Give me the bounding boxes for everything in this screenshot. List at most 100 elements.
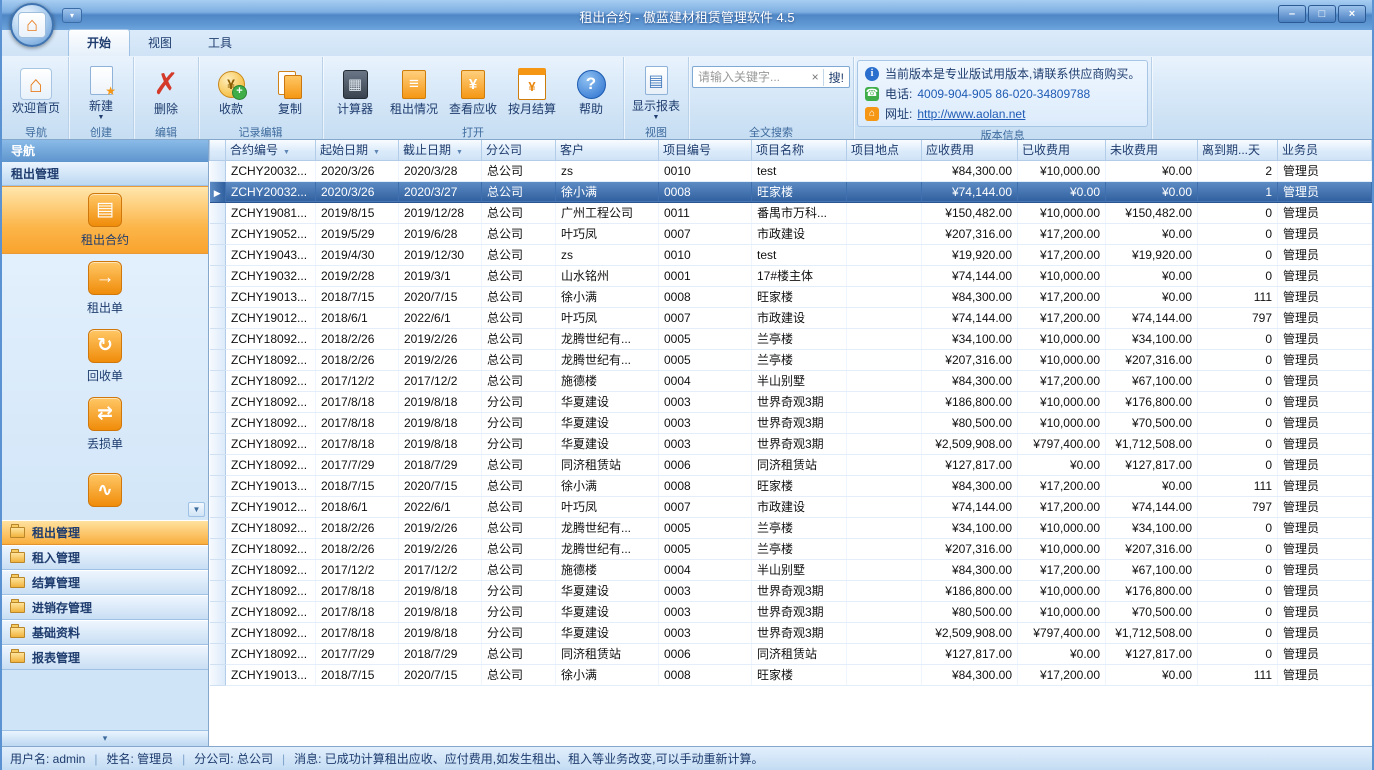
- view-receivable-button[interactable]: 查看应收: [444, 65, 502, 117]
- sidebar-group-button[interactable]: 结算管理: [2, 570, 208, 595]
- table-cell[interactable]: 世界奇观3期: [752, 580, 847, 601]
- table-cell[interactable]: 111: [1198, 475, 1278, 496]
- table-cell[interactable]: 2019/2/26: [399, 349, 482, 370]
- table-cell[interactable]: ¥84,300.00: [922, 559, 1018, 580]
- sidebar-group-button[interactable]: 租出管理: [2, 520, 208, 545]
- table-cell[interactable]: 叶巧凤: [556, 496, 659, 517]
- table-cell[interactable]: 2017/12/2: [399, 370, 482, 391]
- table-cell[interactable]: ¥34,100.00: [1106, 328, 1198, 349]
- table-cell[interactable]: 半山别墅: [752, 559, 847, 580]
- table-cell[interactable]: 管理员: [1278, 370, 1372, 391]
- table-cell[interactable]: 0003: [659, 580, 752, 601]
- table-cell[interactable]: ¥34,100.00: [1106, 517, 1198, 538]
- table-cell[interactable]: 2018/6/1: [316, 307, 399, 328]
- table-row[interactable]: ZCHY18092...2017/12/22017/12/2总公司施德楼0004…: [210, 370, 1372, 391]
- monthly-settlement-button[interactable]: 按月结算: [503, 65, 561, 117]
- table-cell[interactable]: ¥10,000.00: [1018, 349, 1106, 370]
- table-cell[interactable]: ¥74,144.00: [922, 307, 1018, 328]
- table-cell[interactable]: 0005: [659, 517, 752, 538]
- row-selector[interactable]: [210, 202, 226, 223]
- table-cell[interactable]: ¥17,200.00: [1018, 370, 1106, 391]
- sidebar-section-header[interactable]: 租出管理: [2, 162, 208, 186]
- table-cell[interactable]: ¥10,000.00: [1018, 265, 1106, 286]
- table-cell[interactable]: ZCHY18092...: [226, 349, 316, 370]
- table-cell[interactable]: 总公司: [482, 349, 556, 370]
- table-cell[interactable]: ¥10,000.00: [1018, 538, 1106, 559]
- table-row[interactable]: ZCHY19013...2018/7/152020/7/15总公司徐小满0008…: [210, 664, 1372, 685]
- table-cell[interactable]: ¥186,800.00: [922, 391, 1018, 412]
- table-cell[interactable]: 徐小满: [556, 286, 659, 307]
- table-cell[interactable]: 管理员: [1278, 244, 1372, 265]
- table-cell[interactable]: 2019/8/18: [399, 622, 482, 643]
- table-cell[interactable]: 2018/7/29: [399, 643, 482, 664]
- tab-tools[interactable]: 工具: [190, 30, 250, 56]
- table-cell[interactable]: ¥127,817.00: [1106, 643, 1198, 664]
- table-row[interactable]: ZCHY19013...2018/7/152020/7/15总公司徐小满0008…: [210, 475, 1372, 496]
- table-cell[interactable]: [847, 349, 922, 370]
- table-cell[interactable]: ¥84,300.00: [922, 370, 1018, 391]
- table-cell[interactable]: 111: [1198, 664, 1278, 685]
- row-selector[interactable]: [210, 370, 226, 391]
- table-cell[interactable]: 龙腾世纪有...: [556, 517, 659, 538]
- table-cell[interactable]: ¥74,144.00: [922, 265, 1018, 286]
- column-header[interactable]: 已收费用: [1018, 140, 1106, 160]
- table-cell[interactable]: 总公司: [482, 475, 556, 496]
- table-cell[interactable]: 华夏建设: [556, 580, 659, 601]
- table-cell[interactable]: 叶巧凤: [556, 223, 659, 244]
- table-cell[interactable]: 旺家楼: [752, 181, 847, 202]
- table-row[interactable]: ZCHY19032...2019/2/282019/3/1总公司山水铭州0001…: [210, 265, 1372, 286]
- filter-arrow-icon[interactable]: [373, 149, 380, 156]
- table-cell[interactable]: 总公司: [482, 223, 556, 244]
- table-cell[interactable]: 0001: [659, 265, 752, 286]
- table-cell[interactable]: 2019/2/28: [316, 265, 399, 286]
- table-cell[interactable]: 旺家楼: [752, 664, 847, 685]
- table-cell[interactable]: 17#楼主体: [752, 265, 847, 286]
- table-cell[interactable]: 分公司: [482, 580, 556, 601]
- table-cell[interactable]: ¥84,300.00: [922, 475, 1018, 496]
- table-row[interactable]: ZCHY18092...2017/8/182019/8/18分公司华夏建设000…: [210, 412, 1372, 433]
- table-cell[interactable]: 总公司: [482, 160, 556, 181]
- table-cell[interactable]: [847, 391, 922, 412]
- table-cell[interactable]: ¥207,316.00: [1106, 349, 1198, 370]
- table-cell[interactable]: 2019/2/26: [399, 538, 482, 559]
- app-menu-button[interactable]: ⌂: [10, 3, 54, 47]
- table-cell[interactable]: 0011: [659, 202, 752, 223]
- table-cell[interactable]: 2018/7/15: [316, 664, 399, 685]
- table-cell[interactable]: 分公司: [482, 433, 556, 454]
- table-cell[interactable]: 2019/8/18: [399, 433, 482, 454]
- table-cell[interactable]: [847, 202, 922, 223]
- table-cell[interactable]: ZCHY18092...: [226, 622, 316, 643]
- filter-arrow-icon[interactable]: [283, 149, 290, 156]
- table-cell[interactable]: 管理员: [1278, 349, 1372, 370]
- table-cell[interactable]: ¥0.00: [1106, 475, 1198, 496]
- table-cell[interactable]: 0: [1198, 643, 1278, 664]
- table-cell[interactable]: ¥176,800.00: [1106, 580, 1198, 601]
- table-cell[interactable]: test: [752, 160, 847, 181]
- table-cell[interactable]: 华夏建设: [556, 391, 659, 412]
- table-cell[interactable]: 华夏建设: [556, 412, 659, 433]
- table-row[interactable]: ZCHY18092...2017/8/182019/8/18分公司华夏建设000…: [210, 433, 1372, 454]
- table-cell[interactable]: ¥10,000.00: [1018, 580, 1106, 601]
- new-button[interactable]: 新建 ▼: [72, 62, 130, 121]
- row-selector[interactable]: [210, 475, 226, 496]
- table-cell[interactable]: 管理员: [1278, 622, 1372, 643]
- table-cell[interactable]: 徐小满: [556, 475, 659, 496]
- table-cell[interactable]: 0: [1198, 370, 1278, 391]
- table-cell[interactable]: 2018/2/26: [316, 538, 399, 559]
- table-cell[interactable]: ¥10,000.00: [1018, 202, 1106, 223]
- table-cell[interactable]: ¥10,000.00: [1018, 160, 1106, 181]
- table-cell[interactable]: 旺家楼: [752, 286, 847, 307]
- table-cell[interactable]: 0008: [659, 664, 752, 685]
- table-cell[interactable]: 2017/12/2: [399, 559, 482, 580]
- table-row[interactable]: ZCHY20032...2020/3/262020/3/27总公司徐小满0008…: [210, 181, 1372, 202]
- column-header[interactable]: 项目地点: [847, 140, 922, 160]
- table-cell[interactable]: 同济租赁站: [556, 454, 659, 475]
- table-cell[interactable]: ¥17,200.00: [1018, 307, 1106, 328]
- table-cell[interactable]: ¥0.00: [1106, 265, 1198, 286]
- table-cell[interactable]: 0: [1198, 538, 1278, 559]
- table-cell[interactable]: ¥2,509,908.00: [922, 433, 1018, 454]
- table-cell[interactable]: 0: [1198, 265, 1278, 286]
- table-cell[interactable]: ¥84,300.00: [922, 664, 1018, 685]
- table-cell[interactable]: ¥74,144.00: [1106, 307, 1198, 328]
- table-cell[interactable]: 0: [1198, 580, 1278, 601]
